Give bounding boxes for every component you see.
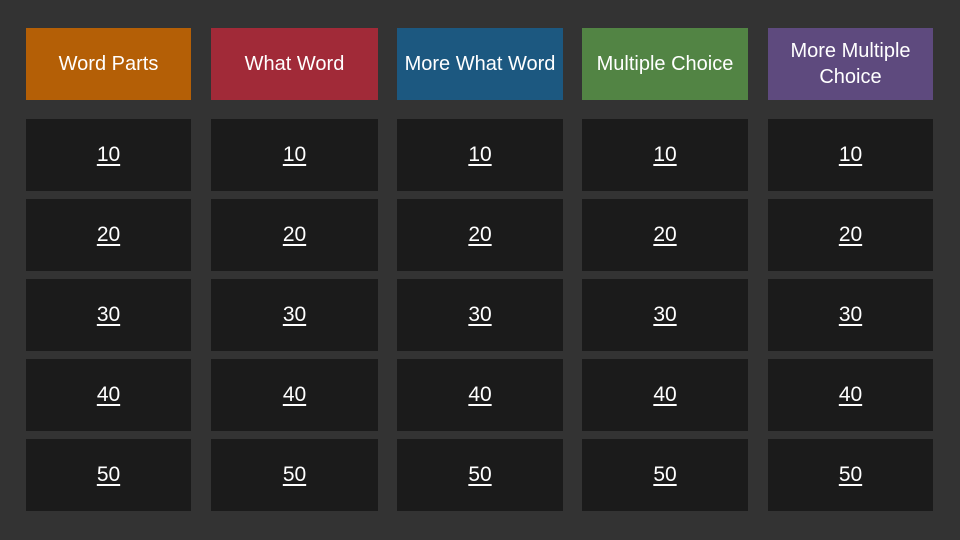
question-tile[interactable]: 50 [211,439,378,511]
point-value-link[interactable]: 50 [97,463,120,487]
question-tile[interactable]: 20 [26,199,191,271]
point-value-link[interactable]: 30 [97,303,120,327]
point-value-link[interactable]: 50 [283,463,306,487]
point-value-link[interactable]: 10 [283,143,306,167]
point-value-link[interactable]: 30 [653,303,676,327]
category-header: Multiple Choice [582,28,748,100]
point-value-link[interactable]: 10 [468,143,491,167]
question-tile[interactable]: 30 [582,279,748,351]
point-value-link[interactable]: 20 [468,223,491,247]
point-value-link[interactable]: 20 [839,223,862,247]
category-header: Word Parts [26,28,191,100]
question-tile[interactable]: 40 [768,359,933,431]
question-tile[interactable]: 20 [768,199,933,271]
question-tile[interactable]: 40 [582,359,748,431]
question-tile[interactable]: 30 [26,279,191,351]
point-value-link[interactable]: 40 [283,383,306,407]
question-tile[interactable]: 10 [26,119,191,191]
point-value-link[interactable]: 10 [97,143,120,167]
point-value-link[interactable]: 30 [839,303,862,327]
point-value-link[interactable]: 40 [468,383,491,407]
question-tile[interactable]: 30 [211,279,378,351]
question-tile[interactable]: 10 [768,119,933,191]
question-tile[interactable]: 40 [397,359,563,431]
question-tile[interactable]: 50 [768,439,933,511]
point-value-link[interactable]: 50 [653,463,676,487]
point-value-link[interactable]: 30 [468,303,491,327]
point-value-link[interactable]: 10 [839,143,862,167]
question-tile[interactable]: 20 [582,199,748,271]
point-value-link[interactable]: 50 [468,463,491,487]
question-tile[interactable]: 10 [211,119,378,191]
question-tile[interactable]: 40 [26,359,191,431]
question-tile[interactable]: 40 [211,359,378,431]
question-tile[interactable]: 10 [582,119,748,191]
point-value-link[interactable]: 40 [653,383,676,407]
point-value-link[interactable]: 20 [653,223,676,247]
point-value-link[interactable]: 10 [653,143,676,167]
point-value-link[interactable]: 40 [97,383,120,407]
question-tile[interactable]: 30 [397,279,563,351]
question-tile[interactable]: 50 [26,439,191,511]
question-tile[interactable]: 50 [582,439,748,511]
point-value-link[interactable]: 20 [283,223,306,247]
question-tile[interactable]: 20 [211,199,378,271]
point-value-link[interactable]: 50 [839,463,862,487]
question-tile[interactable]: 50 [397,439,563,511]
point-value-link[interactable]: 40 [839,383,862,407]
category-header: More Multiple Choice [768,28,933,100]
category-header: More What Word [397,28,563,100]
point-value-link[interactable]: 20 [97,223,120,247]
question-tile[interactable]: 10 [397,119,563,191]
question-tile[interactable]: 20 [397,199,563,271]
question-tile[interactable]: 30 [768,279,933,351]
point-value-link[interactable]: 30 [283,303,306,327]
category-header: What Word [211,28,378,100]
